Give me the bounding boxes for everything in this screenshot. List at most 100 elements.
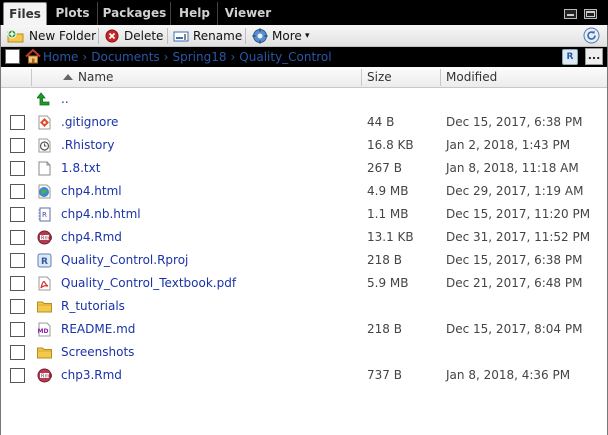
new-folder-button[interactable]: New Folder <box>7 27 96 45</box>
pane-tab-bar: Files Plots Packages Help Viewer <box>0 0 608 25</box>
file-size: 5.9 MB <box>367 276 409 290</box>
file-list-header: Name Size Modified <box>1 67 607 88</box>
tab-help[interactable]: Help <box>172 2 218 25</box>
toolbar-divider <box>167 28 168 44</box>
file-modified: Jan 8, 2018, 11:18 AM <box>446 161 579 175</box>
file-modified: Dec 15, 2017, 8:04 PM <box>446 322 583 336</box>
file-list: .. .gitignore 44 B Dec 15, 2017, 6:38 PM… <box>1 88 607 387</box>
refresh-icon[interactable] <box>583 27 600 44</box>
file-row[interactable]: R chp4.nb.html 1.1 MB Dec 15, 2017, 11:2… <box>1 203 607 226</box>
file-name[interactable]: chp3.Rmd <box>61 364 122 387</box>
tab-plots[interactable]: Plots <box>48 2 98 25</box>
file-checkbox[interactable] <box>10 345 25 360</box>
tab-packages[interactable]: Packages <box>99 2 171 25</box>
new-folder-label: New Folder <box>29 29 97 43</box>
file-name[interactable]: README.md <box>61 318 135 341</box>
file-name[interactable]: chp4.nb.html <box>61 203 141 226</box>
file-checkbox[interactable] <box>10 184 25 199</box>
rproj-file-icon: R <box>37 253 52 268</box>
file-size: 267 B <box>367 161 402 175</box>
file-checkbox[interactable] <box>10 230 25 245</box>
file-checkbox[interactable] <box>10 276 25 291</box>
delete-label: Delete <box>124 29 164 43</box>
file-modified: Dec 15, 2017, 11:20 PM <box>446 207 591 221</box>
file-row[interactable]: R_tutorials <box>1 295 607 318</box>
file-checkbox[interactable] <box>10 161 25 176</box>
column-header-modified[interactable]: Modified <box>446 67 596 88</box>
file-name[interactable]: .Rhistory <box>61 134 114 157</box>
rename-button[interactable]: Rename <box>173 27 243 45</box>
toolbar-divider <box>245 28 246 44</box>
breadcrumb-separator: › <box>82 50 88 64</box>
up-arrow-icon <box>37 92 50 106</box>
file-checkbox[interactable] <box>10 253 25 268</box>
file-checkbox[interactable] <box>10 368 25 383</box>
file-row[interactable]: Screenshots <box>1 341 607 364</box>
file-size: 16.8 KB <box>367 138 414 152</box>
file-name[interactable]: .gitignore <box>61 111 118 134</box>
maximize-pane-button[interactable] <box>584 9 597 19</box>
svg-text:R: R <box>42 211 47 219</box>
breadcrumb-quality-control[interactable]: Quality_Control <box>239 50 331 64</box>
file-checkbox[interactable] <box>10 115 25 130</box>
file-name[interactable]: chp4.html <box>61 180 122 203</box>
file-name[interactable]: chp4.Rmd <box>61 226 122 249</box>
html-file-icon <box>38 184 51 199</box>
history-file-icon <box>38 138 51 153</box>
go-to-directory-button[interactable]: ... <box>585 48 603 65</box>
more-menu-button[interactable]: More ▾ <box>252 27 314 45</box>
file-checkbox[interactable] <box>10 207 25 222</box>
tab-files[interactable]: Files <box>3 2 47 25</box>
file-modified: Jan 2, 2018, 1:43 PM <box>446 138 571 152</box>
file-name[interactable]: R_tutorials <box>61 295 125 318</box>
svg-text:Rmd: Rmd <box>41 374 52 380</box>
file-row[interactable]: 1.8.txt 267 B Jan 8, 2018, 11:18 AM <box>1 157 607 180</box>
file-name[interactable]: Screenshots <box>61 341 134 364</box>
breadcrumb: Home › Documents › Spring18 › Quality_Control … <box>1 47 607 67</box>
pdf-file-icon <box>38 276 51 291</box>
file-row[interactable]: Quality_Control_Textbook.pdf 5.9 MB Dec … <box>1 272 607 295</box>
rename-icon <box>173 31 189 42</box>
file-size: 44 B <box>367 115 395 129</box>
file-checkbox[interactable] <box>10 138 25 153</box>
go-to-project-directory-button[interactable]: R <box>562 49 578 65</box>
folder-icon <box>37 301 52 313</box>
file-size: 13.1 KB <box>367 230 414 244</box>
delete-button[interactable]: Delete <box>105 27 163 45</box>
markdown-file-icon: MD <box>38 322 51 337</box>
column-header-size[interactable]: Size <box>367 67 437 88</box>
file-name[interactable]: 1.8.txt <box>61 157 100 180</box>
file-size: 218 B <box>367 322 402 336</box>
file-name[interactable]: Quality_Control_Textbook.pdf <box>61 272 236 295</box>
file-row[interactable]: R Quality_Control.Rproj 218 B Dec 15, 20… <box>1 249 607 272</box>
breadcrumb-path: Home › Documents › Spring18 › Quality_Control <box>43 49 332 65</box>
file-row[interactable]: .Rhistory 16.8 KB Jan 2, 2018, 1:43 PM <box>1 134 607 157</box>
file-name[interactable]: .. <box>61 88 69 111</box>
file-checkbox[interactable] <box>10 322 25 337</box>
files-pane: New Folder Delete Rename More ▾ Home › D… <box>0 25 608 435</box>
minimize-pane-button[interactable] <box>564 9 577 19</box>
home-icon[interactable] <box>25 49 41 64</box>
file-row[interactable]: Rmd chp3.Rmd 737 B Jan 8, 2018, 4:36 PM <box>1 364 607 387</box>
tab-viewer[interactable]: Viewer <box>219 2 277 25</box>
file-row[interactable]: .gitignore 44 B Dec 15, 2017, 6:38 PM <box>1 111 607 134</box>
file-name[interactable]: Quality_Control.Rproj <box>61 249 188 272</box>
breadcrumb-documents[interactable]: Documents <box>91 50 159 64</box>
new-folder-icon <box>7 29 24 43</box>
file-checkbox[interactable] <box>10 299 25 314</box>
text-file-icon <box>38 161 51 176</box>
breadcrumb-spring18[interactable]: Spring18 <box>172 50 226 64</box>
gear-icon <box>252 28 268 44</box>
folder-icon <box>37 347 52 359</box>
rename-label: Rename <box>193 29 243 43</box>
column-header-name[interactable]: Name <box>78 67 358 88</box>
select-all-checkbox[interactable] <box>5 49 20 64</box>
file-row[interactable]: chp4.html 4.9 MB Dec 29, 2017, 1:19 AM <box>1 180 607 203</box>
file-row[interactable]: MD README.md 218 B Dec 15, 2017, 8:04 PM <box>1 318 607 341</box>
breadcrumb-home[interactable]: Home <box>43 50 78 64</box>
svg-text:Rmd: Rmd <box>41 236 52 242</box>
file-row[interactable]: Rmd chp4.Rmd 13.1 KB Dec 31, 2017, 11:52… <box>1 226 607 249</box>
file-size: 1.1 MB <box>367 207 409 221</box>
git-file-icon <box>38 115 51 130</box>
file-row-parent[interactable]: .. <box>1 88 607 111</box>
